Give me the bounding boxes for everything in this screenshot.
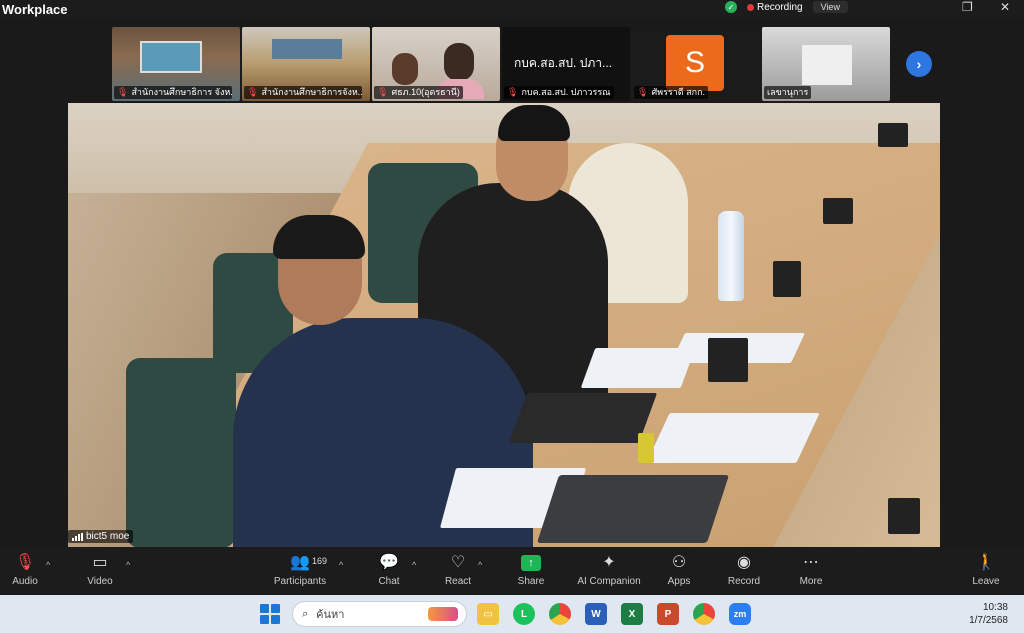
recording-indicator[interactable]: Recording [747,2,803,13]
next-page-button[interactable]: › [906,51,932,77]
participant-count: 169 [312,556,328,566]
participant-name: ศัพรราดี สกก. [651,87,706,97]
participant-tile[interactable]: 🎙 สำนักงานศึกษาธิการ จังห... [112,27,240,101]
search-icon: ⌕ [302,607,309,620]
apps-icon: ⚇ [671,554,687,571]
clock-date: 1/7/2568 [969,615,1008,626]
excel-icon[interactable]: X [621,603,643,625]
audio-options-chevron-icon[interactable]: ^ [46,560,50,570]
avatar: S [666,35,724,91]
participants-options-chevron-icon[interactable]: ^ [339,560,343,570]
mic-muted-icon: 🎙 [14,554,36,571]
shield-icon[interactable]: ✓ [725,1,737,13]
os-taskbar: ⌕ ค้นหา ▭ L W X P zm 10:38 1/7/2568 [0,595,1024,633]
window-title: Workplace [2,1,68,17]
title-bar: Workplace ✓ Recording View ❐ ✕ [0,0,1024,18]
record-icon: ◉ [737,554,751,571]
close-icon[interactable]: ✕ [1000,0,1010,14]
video-options-chevron-icon[interactable]: ^ [126,560,130,570]
participant-name: สำนักงานศึกษาธิการ จังห... [131,87,232,97]
main-video[interactable] [68,103,940,547]
clock-time: 10:38 [982,602,1008,613]
line-icon[interactable]: L [513,603,535,625]
chrome-profile-icon[interactable] [693,603,715,625]
leave-icon: 🚶 [976,554,996,571]
mic-muted-icon: 🎙 [637,87,649,97]
mic-muted-icon: 🎙 [377,87,389,97]
zoom-icon[interactable]: zm [729,603,751,625]
record-button[interactable]: ◉ Record [709,553,779,587]
taskbar-search[interactable]: ⌕ ค้นหา [292,601,467,627]
react-button[interactable]: ♡ React [423,553,493,587]
search-input: ค้นหา [316,609,345,621]
participant-display-name: กบค.สอ.สป. ปภา... [514,56,612,70]
participant-name: ศธภ.10(อุดรธานี) [391,87,460,97]
gallery-strip: 🎙 สำนักงานศึกษาธิการ จังห... 🎙 สำนักงานศึก… [112,27,890,101]
search-highlight-icon [428,607,458,621]
participant-name: กบค.สอ.สป. ปภาวรรณ [521,87,611,97]
powerpoint-icon[interactable]: P [657,603,679,625]
audio-button[interactable]: 🎙 Audio [0,553,60,587]
video-button[interactable]: ▭ Video [65,553,135,587]
share-screen-icon: ↑ [521,555,541,571]
mic-muted-icon: 🎙 [507,87,519,97]
chevron-right-icon: › [916,56,922,72]
share-button[interactable]: ↑ Share [496,553,566,587]
windows-start-icon[interactable] [260,604,280,624]
view-button[interactable]: View [812,1,848,13]
leave-button[interactable]: 🚶 Leave [951,553,1021,587]
participant-name: สำนักงานศึกษาธิการจังห... [261,87,362,97]
react-options-chevron-icon[interactable]: ^ [478,560,482,570]
signal-icon [72,532,83,541]
system-clock[interactable]: 10:38 1/7/2568 [960,601,1008,627]
video-camera-icon: ▭ [92,554,108,571]
word-icon[interactable]: W [585,603,607,625]
restore-icon[interactable]: ❐ [962,0,973,14]
mic-muted-icon: 🎙 [117,87,129,97]
apps-button[interactable]: ⚇ Apps [644,553,714,587]
mic-muted-icon: 🎙 [247,87,259,97]
file-explorer-icon[interactable]: ▭ [477,603,499,625]
chrome-icon[interactable] [549,603,571,625]
participant-tile[interactable]: เลขานุการ [762,27,890,101]
participant-tile[interactable]: 🎙 สำนักงานศึกษาธิการจังห... [242,27,370,101]
record-dot-icon [747,3,754,11]
ai-companion-button[interactable]: ✦ AI Companion [574,553,644,587]
chat-options-chevron-icon[interactable]: ^ [412,560,416,570]
more-button[interactable]: ⋯ More [776,553,846,587]
chat-button[interactable]: 💬 Chat [354,553,424,587]
meeting-status: ✓ Recording View [725,0,848,14]
participants-button[interactable]: 👥 169 Participants [265,553,335,587]
participants-icon: 👥 169 [290,553,327,573]
participant-name: เลขานุการ [767,87,809,97]
chat-icon: 💬 [379,554,399,571]
speaker-name-tag: bict5 moe [68,530,134,543]
participant-tile[interactable]: 🎙 ศธภ.10(อุดรธานี) [372,27,500,101]
heart-icon: ♡ [450,554,466,571]
meeting-toolbar: 🎙 Audio ^ ▭ Video ^ 👥 169 Participants ^ … [0,547,1024,595]
sparkle-icon: ✦ [602,554,616,571]
more-icon: ⋯ [803,554,819,571]
participant-tile[interactable]: S 🎙 ศัพรราดี สกก. [632,27,760,101]
participant-tile[interactable]: กบค.สอ.สป. ปภา... 🎙 กบค.สอ.สป. ปภาวรรณ [502,27,630,101]
